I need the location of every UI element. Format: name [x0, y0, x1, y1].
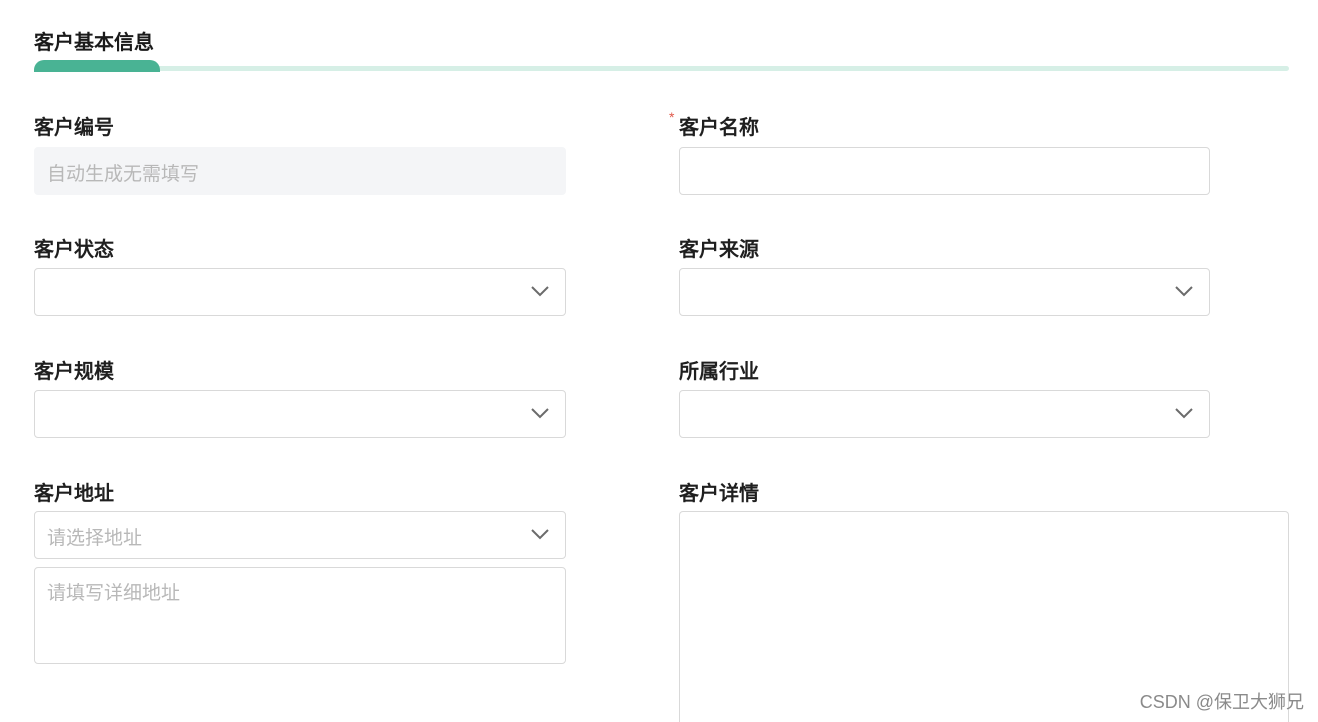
section-divider-active	[34, 60, 160, 72]
customer-name-label-wrap: * 客户名称	[669, 109, 759, 140]
section-divider	[34, 66, 1289, 71]
section-title: 客户基本信息	[34, 32, 154, 54]
customer-no-label: 客户编号	[34, 117, 114, 139]
chevron-down-icon	[1175, 285, 1193, 297]
customer-source-select[interactable]	[679, 268, 1210, 316]
address-detail-textarea[interactable]: 请填写详细地址	[34, 567, 566, 664]
industry-select[interactable]	[679, 390, 1210, 438]
chevron-down-icon	[1175, 407, 1193, 419]
customer-scale-label: 客户规模	[34, 361, 114, 383]
address-region-select[interactable]: 请选择地址	[34, 511, 566, 559]
customer-name-label: 客户名称	[679, 117, 759, 139]
required-mark: *	[669, 109, 675, 125]
industry-label: 所属行业	[679, 361, 759, 383]
customer-scale-select[interactable]	[34, 390, 566, 438]
chevron-down-icon	[531, 528, 549, 540]
address-select-placeholder: 请选择地址	[47, 528, 143, 549]
chevron-down-icon	[531, 285, 549, 297]
customer-no-input: 自动生成无需填写	[34, 147, 566, 195]
customer-source-label: 客户来源	[679, 239, 759, 261]
details-label: 客户详情	[679, 483, 759, 505]
address-detail-placeholder: 请填写详细地址	[47, 583, 181, 604]
watermark: CSDN @保卫大狮兄	[1139, 692, 1304, 712]
address-label: 客户地址	[34, 483, 114, 505]
customer-status-label: 客户状态	[34, 239, 114, 261]
chevron-down-icon	[531, 407, 549, 419]
customer-status-select[interactable]	[34, 268, 566, 316]
customer-no-placeholder: 自动生成无需填写	[47, 164, 200, 185]
customer-form-page: 客户基本信息 客户编号 自动生成无需填写 * 客户名称 客户状态 客户来源 客户…	[0, 0, 1318, 722]
customer-name-input[interactable]	[679, 147, 1210, 195]
